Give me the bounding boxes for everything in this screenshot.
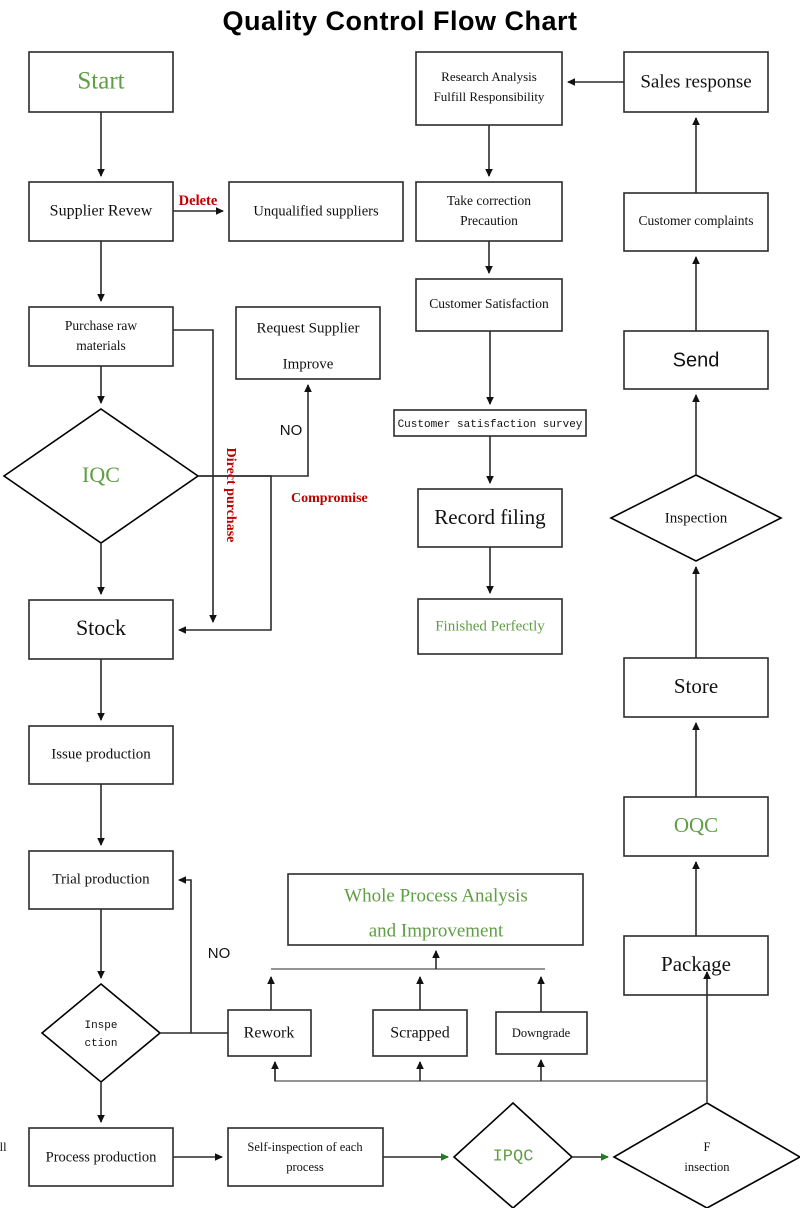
node-whole-process-label-line2: and Improvement [369,920,504,941]
node-inspection-small-label-line2: ction [84,1038,117,1050]
edge-label-no-iqc: NO [280,422,303,439]
node-request-supplier-label-line2: Improve [283,356,334,372]
node-self-inspection-label-line2: process [286,1160,324,1174]
edge-label-no-inspection: NO [208,945,231,962]
node-whole-process-label-line1: Whole Process Analysis [344,885,528,906]
node-iqc-label: IQC [82,462,120,487]
node-self-inspection[interactable] [227,1127,384,1187]
node-start-label: Start [77,68,124,95]
node-take-correction-label-line1: Take correction [447,193,531,208]
node-downgrade-label: Downgrade [512,1026,571,1040]
edge-label-direct-purchase: Direct purchase [223,448,238,543]
node-purchase-raw-materials-label-line2: materials [76,338,125,353]
node-purchase-raw-materials-label-line1: Purchase raw [65,318,138,333]
node-purchase-raw-materials[interactable] [28,306,174,367]
node-inspection-small-label-line1: Inspe [84,1020,117,1032]
node-store-label: Store [674,674,718,698]
node-request-supplier-label-line1: Request Supplier [257,320,360,336]
node-process-production-label: Process production [46,1149,157,1165]
edge-label-delete: Delete [179,193,218,209]
node-issue-production-label: Issue production [51,746,151,762]
node-sales-response-label: Sales response [640,71,751,92]
node-take-correction[interactable] [415,181,563,242]
node-satisfaction-survey-label: Customer satisfaction survey [398,419,583,431]
node-full-insection-label-line2: insection [684,1160,730,1174]
node-oqc-label: OQC [674,813,718,837]
node-take-correction-label-line2: Precaution [460,213,518,228]
node-customer-complaints-label: Customer complaints [638,213,753,228]
edge-label-compromise: Compromise [291,491,368,506]
node-scrapped-label: Scrapped [390,1025,450,1042]
node-inspection-diamond-label: Inspection [665,510,728,526]
node-unqualified-suppliers-label: Unqualified suppliers [253,203,379,219]
node-finished-perfectly-label: Finished Perfectly [435,618,545,634]
node-rework-label: Rework [244,1025,295,1042]
node-customer-satisfaction-label: Customer Satisfaction [429,296,549,311]
flowchart-canvas: Quality Control Flow Chart Start Supplie… [0,6,800,1208]
edge-full-insection-to-defect-row [274,1062,708,1103]
node-self-inspection-label-line1: Self-inspection of each [247,1140,363,1154]
node-send-label: Send [673,349,720,371]
node-inspection-small[interactable] [40,982,162,1084]
node-supplier-review-label: Supplier Revew [50,203,153,220]
node-research-analysis-label-line1: Research Analysis [441,69,537,84]
node-research-analysis-label-line2: Fulfill Responsibility [434,89,545,104]
node-stock-label: Stock [76,615,126,640]
node-full-insection[interactable] [612,1102,800,1208]
node-ipqc-label: IPQC [493,1147,534,1166]
node-package-label: Package [661,952,731,976]
node-record-filing-label: Record filing [434,505,546,529]
page-title: Quality Control Flow Chart [223,6,578,36]
node-trial-production-label: Trial production [52,871,150,887]
